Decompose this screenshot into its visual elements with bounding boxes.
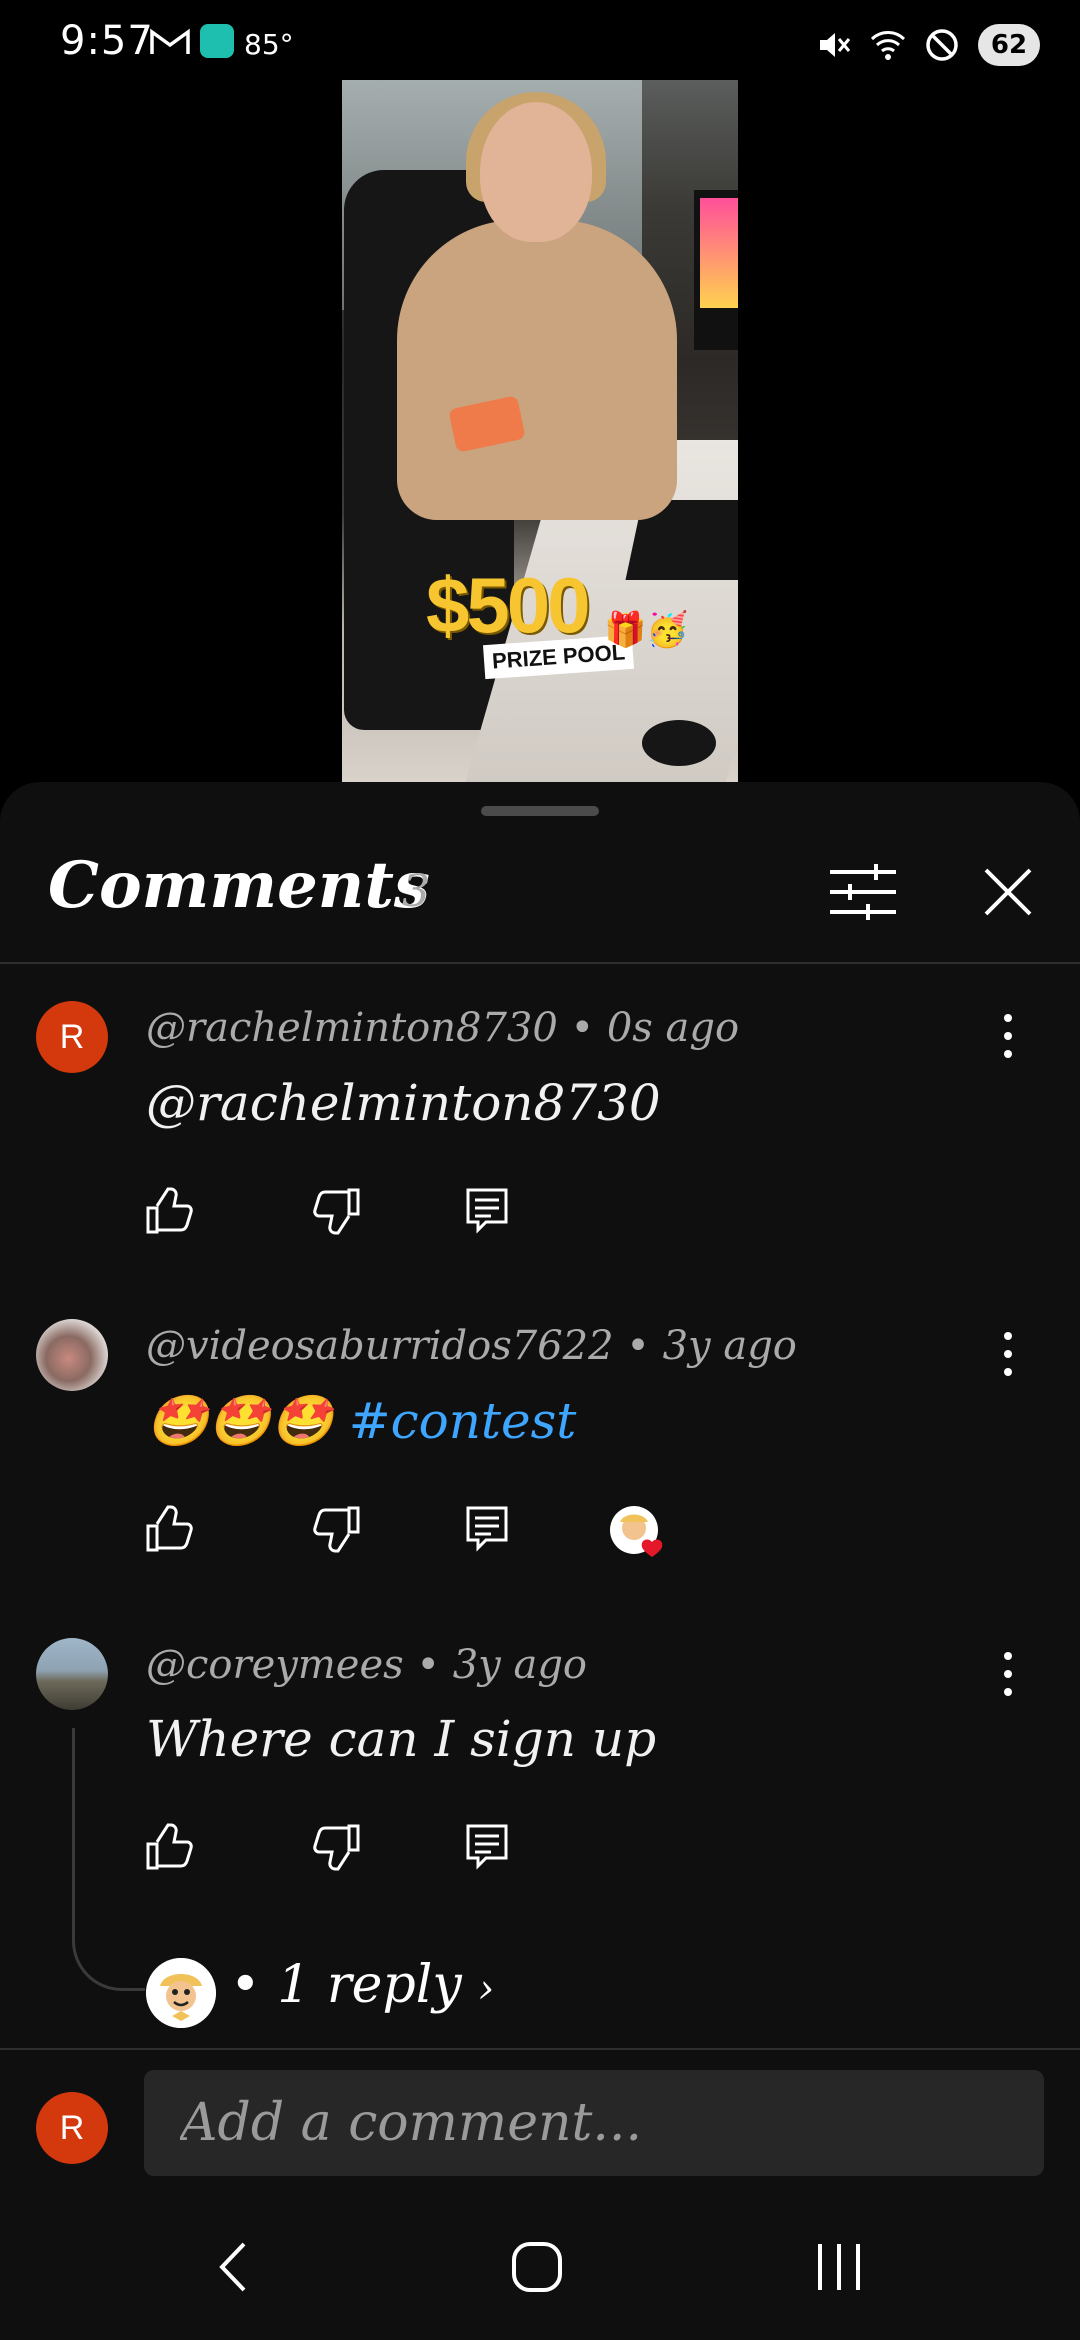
close-icon[interactable] <box>980 864 1036 920</box>
replies-count: 1 reply <box>277 1955 462 2015</box>
current-user-avatar: R <box>36 2092 108 2164</box>
status-right-icons: 62 <box>816 22 1040 68</box>
status-time: 9:57 <box>60 18 154 64</box>
comment-text: Where can I sign up <box>146 1710 657 1768</box>
comment-text: @rachelminton8730 <box>146 1074 661 1132</box>
comments-count: 3 <box>402 866 430 917</box>
avatar[interactable] <box>36 1638 108 1710</box>
comment-meta: @videosaburridos7622 • 3y ago <box>146 1323 797 1369</box>
hashtag-link[interactable]: #contest <box>349 1392 577 1450</box>
chevron-right-icon: › <box>478 1966 495 2012</box>
mute-icon <box>820 33 851 57</box>
more-options-icon[interactable] <box>996 1644 1020 1704</box>
reply-icon[interactable] <box>462 1186 512 1236</box>
comments-title: Comments <box>48 848 430 923</box>
comment-time: 0s ago <box>606 1005 740 1051</box>
comment-meta: @rachelminton8730 • 0s ago <box>146 1005 739 1051</box>
status-bar: 9:57 85° 62 <box>0 0 1080 90</box>
add-comment-input[interactable] <box>144 2070 1044 2176</box>
video-desk-object <box>642 720 716 766</box>
comment-meta: @coreymees • 3y ago <box>146 1642 587 1688</box>
comment-author[interactable]: @rachelminton8730 <box>146 1005 558 1051</box>
comment-author[interactable]: @videosaburridos7622 <box>146 1323 614 1369</box>
gmail-icon <box>150 28 190 54</box>
status-temperature: 85° <box>244 28 294 61</box>
meta-separator: • <box>416 1642 440 1688</box>
wifi-icon <box>870 31 906 60</box>
dislike-icon[interactable] <box>312 1822 362 1872</box>
video-player[interactable]: $500 PRIZE POOL 🎁🥳 <box>342 80 738 782</box>
view-replies-link[interactable]: • 1 reply › <box>230 1955 494 2015</box>
back-icon[interactable] <box>200 2232 270 2302</box>
more-options-icon[interactable] <box>996 1006 1020 1066</box>
like-icon[interactable] <box>144 1186 194 1236</box>
navigation-bar <box>0 2190 1080 2340</box>
drag-handle[interactable] <box>481 806 599 816</box>
prize-amount: $500 <box>426 561 591 649</box>
meta-separator: • <box>570 1005 595 1051</box>
thread-line <box>72 1728 145 1991</box>
home-icon[interactable] <box>502 2232 572 2302</box>
avatar[interactable]: R <box>36 1001 108 1073</box>
avatar[interactable] <box>36 1319 108 1391</box>
filter-icon[interactable] <box>826 862 900 922</box>
recent-apps-icon[interactable] <box>804 2232 874 2302</box>
battery-indicator: 62 <box>978 24 1040 66</box>
comment-author[interactable]: @coreymees <box>146 1642 404 1688</box>
video-monitor-screen <box>700 198 738 308</box>
video-person <box>397 220 677 520</box>
input-divider <box>0 2048 1080 2050</box>
like-icon[interactable] <box>144 1504 194 1554</box>
do-not-disturb-icon <box>926 29 958 61</box>
reply-icon[interactable] <box>462 1504 512 1554</box>
dislike-icon[interactable] <box>312 1504 362 1554</box>
dislike-icon[interactable] <box>312 1186 362 1236</box>
app-notification-icon <box>200 24 234 58</box>
comment-time: 3y ago <box>452 1642 588 1688</box>
more-options-icon[interactable] <box>996 1324 1020 1384</box>
comment-text: 🤩🤩🤩 #contest <box>146 1392 576 1451</box>
like-icon[interactable] <box>144 1822 194 1872</box>
creator-heart-icon <box>610 1506 663 1557</box>
video-person-face <box>480 102 592 242</box>
meta-separator: • <box>230 1955 261 2015</box>
comment-emoji: 🤩🤩🤩 <box>146 1392 333 1450</box>
comment-time: 3y ago <box>662 1323 797 1369</box>
prize-emoji: 🎁🥳 <box>604 610 689 650</box>
header-divider <box>0 962 1080 964</box>
reply-icon[interactable] <box>462 1822 512 1872</box>
reply-avatar <box>146 1958 216 2028</box>
prize-overlay: $500 PRIZE POOL <box>426 560 635 680</box>
meta-separator: • <box>626 1323 650 1369</box>
